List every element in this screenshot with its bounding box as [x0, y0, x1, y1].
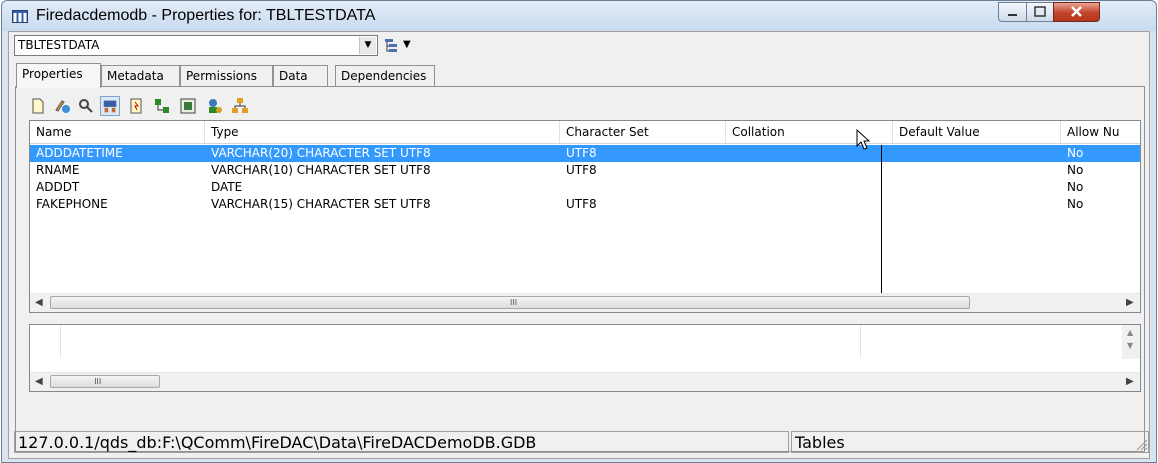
horizontal-scrollbar[interactable]: ◀ III ▶: [30, 372, 1140, 391]
tab-properties[interactable]: Properties: [16, 63, 101, 88]
close-button[interactable]: [1053, 2, 1100, 22]
scroll-down-icon[interactable]: ▼: [1127, 341, 1133, 350]
grid-divider: [60, 325, 61, 357]
table-row[interactable]: RNAME VARCHAR(10) CHARACTER SET UTF8 UTF…: [30, 162, 1140, 179]
grid-header: Name Type Character Set Collation Defaul…: [30, 121, 1140, 144]
column-header-character-set[interactable]: Character Set: [560, 121, 726, 143]
detail-grid[interactable]: ▲ ▼ ◀ III ▶: [29, 324, 1141, 392]
maximize-icon: [1034, 6, 1046, 17]
scrollbar-grip: III: [510, 298, 518, 307]
cell-name: RNAME: [36, 163, 80, 177]
dependencies-icon[interactable]: [230, 96, 250, 116]
resize-grip-icon[interactable]: [1136, 439, 1148, 451]
mouse-cursor-icon: [856, 129, 871, 150]
cell-name: ADDDT: [36, 180, 80, 194]
edit-field-icon[interactable]: [52, 96, 72, 116]
tab-permissions[interactable]: Permissions: [180, 65, 273, 87]
column-header-default-value[interactable]: Default Value: [893, 121, 1061, 143]
column-resize-guide: [881, 145, 882, 294]
cell-type: VARCHAR(10) CHARACTER SET UTF8: [211, 163, 431, 177]
column-header-name[interactable]: Name: [30, 121, 205, 143]
cell-type: DATE: [211, 180, 243, 194]
scroll-left-icon[interactable]: ◀: [35, 297, 43, 308]
chevron-down-icon[interactable]: ▼: [359, 37, 376, 54]
indices-icon[interactable]: [152, 96, 172, 116]
object-selector-combo[interactable]: TBLTESTDATA ▼: [14, 35, 378, 56]
table-row[interactable]: ADDDT DATE No: [30, 179, 1140, 196]
table-row[interactable]: ADDDATETIME VARCHAR(20) CHARACTER SET UT…: [30, 145, 1140, 162]
fields-grid[interactable]: Name Type Character Set Collation Defaul…: [29, 120, 1141, 313]
window-title: Firedacdemodb - Properties for: TBLTESTD…: [36, 7, 376, 24]
new-field-icon[interactable]: [28, 96, 48, 116]
minimize-icon: [1008, 14, 1017, 16]
tab-data[interactable]: Data: [273, 65, 328, 87]
tab-metadata[interactable]: Metadata: [101, 65, 180, 87]
cell-allow-null: No: [1067, 163, 1084, 177]
horizontal-scrollbar[interactable]: ◀ III ▶: [30, 293, 1140, 312]
cell-type: VARCHAR(20) CHARACTER SET UTF8: [211, 146, 431, 160]
scroll-left-icon[interactable]: ◀: [35, 376, 43, 387]
column-header-allow-null[interactable]: Allow Nu: [1061, 121, 1140, 143]
scrollbar-thumb[interactable]: III: [50, 375, 160, 388]
vertical-scrollbar[interactable]: ▲ ▼: [1122, 325, 1140, 359]
scrollbar-thumb[interactable]: III: [50, 296, 970, 309]
properties-window: Firedacdemodb - Properties for: TBLTESTD…: [1, 0, 1157, 463]
cell-allow-null: No: [1067, 197, 1084, 211]
scroll-right-icon[interactable]: ▶: [1126, 376, 1134, 387]
scroll-right-icon[interactable]: ▶: [1126, 297, 1134, 308]
scroll-up-icon[interactable]: ▲: [1127, 328, 1133, 337]
cell-charset: UTF8: [566, 197, 597, 211]
maximize-button[interactable]: [1026, 2, 1054, 22]
table-row[interactable]: FAKEPHONE VARCHAR(15) CHARACTER SET UTF8…: [30, 196, 1140, 213]
fields-view-icon[interactable]: [100, 96, 120, 116]
close-icon: [1071, 6, 1082, 17]
cell-allow-null: No: [1067, 146, 1084, 160]
layout-dropdown-icon[interactable]: ▼: [403, 39, 411, 50]
cell-allow-null: No: [1067, 180, 1084, 194]
status-bar: 127.0.0.1/qds_db:F:\QComm\FireDAC\Data\F…: [8, 431, 1150, 453]
scrollbar-grip: III: [94, 377, 102, 386]
object-selector-value: TBLTESTDATA: [18, 38, 100, 52]
constraints-icon[interactable]: [178, 96, 198, 116]
cell-charset: UTF8: [566, 163, 597, 177]
tab-dependencies[interactable]: Dependencies: [335, 65, 435, 87]
status-path: 127.0.0.1/qds_db:F:\QComm\FireDAC\Data\F…: [14, 431, 789, 453]
grid-divider: [860, 325, 861, 357]
window-client-area: TBLTESTDATA ▼ ▼ Properties Metadata Perm…: [8, 31, 1150, 459]
triggers-icon[interactable]: [126, 96, 146, 116]
table-icon: [12, 10, 28, 23]
cell-name: FAKEPHONE: [36, 197, 108, 211]
column-header-type[interactable]: Type: [205, 121, 560, 143]
cell-name: ADDDATETIME: [36, 146, 123, 160]
minimize-button[interactable]: [998, 2, 1027, 22]
find-icon[interactable]: [76, 96, 96, 116]
tree-layout-icon[interactable]: [384, 38, 400, 53]
grants-icon[interactable]: [204, 96, 224, 116]
title-bar[interactable]: Firedacdemodb - Properties for: TBLTESTD…: [2, 1, 1156, 31]
cell-charset: UTF8: [566, 146, 597, 160]
status-section: Tables: [791, 431, 1149, 453]
cell-type: VARCHAR(15) CHARACTER SET UTF8: [211, 197, 431, 211]
